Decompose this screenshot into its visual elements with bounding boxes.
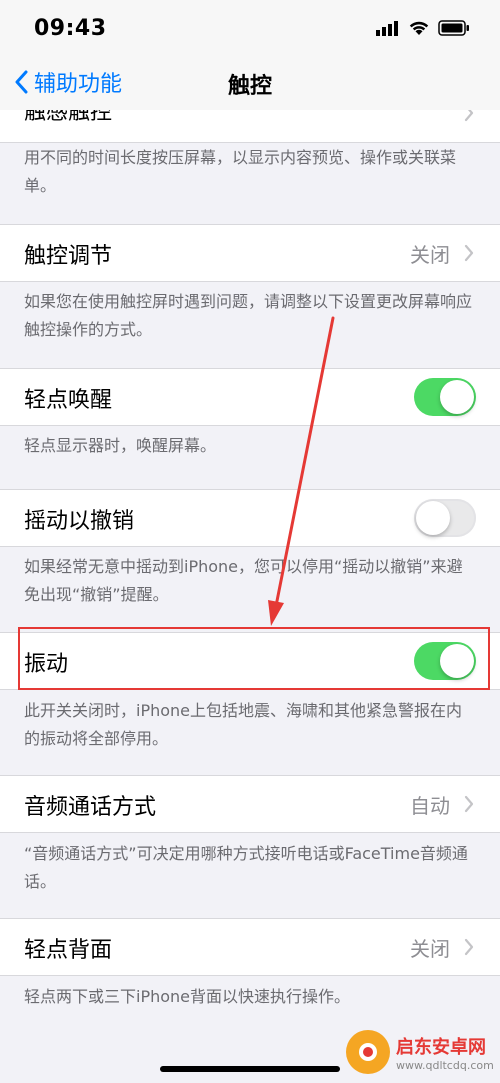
- settings-row-touch-accommodations[interactable]: 触控调节 关闭: [0, 224, 500, 282]
- settings-row-back-tap[interactable]: 轻点背面 关闭: [0, 918, 500, 976]
- section-footer: 如果您在使用触控屏时遇到问题，请调整以下设置更改屏幕响应触控操作的方式。: [24, 292, 473, 339]
- section-footer: 如果经常无意中摇动到iPhone，您可以停用“摇动以撤销”来避免出现“撤销”提醒…: [24, 557, 463, 604]
- row-label: 触控调节: [24, 244, 113, 269]
- wifi-icon: [409, 21, 429, 35]
- navigation-bar: 辅助功能 触控: [0, 60, 500, 111]
- watermark-text: 启东安卓网 www.qdltcdq.com: [396, 1033, 494, 1072]
- watermark-title: 启东安卓网: [396, 1036, 486, 1058]
- chevron-right-icon: [464, 795, 474, 813]
- status-bar: 09:43: [0, 0, 500, 60]
- settings-row-vibration[interactable]: 振动: [0, 632, 500, 690]
- row-label: 摇动以撤销: [24, 509, 135, 534]
- row-label: 轻点唤醒: [24, 388, 113, 413]
- status-icons: [376, 20, 470, 36]
- toggle-knob: [440, 380, 474, 414]
- section-footer: 轻点显示器时，唤醒屏幕。: [24, 436, 217, 455]
- settings-row-call-audio-routing[interactable]: 音频通话方式 自动: [0, 775, 500, 833]
- row-value: 关闭: [410, 243, 450, 267]
- row-label: 触感触控: [24, 110, 113, 125]
- shake-to-undo-toggle[interactable]: [414, 499, 476, 537]
- row-label: 轻点背面: [24, 938, 113, 963]
- watermark-logo-icon: [346, 1030, 390, 1074]
- section-footer: 轻点两下或三下iPhone背面以快速执行操作。: [24, 987, 351, 1006]
- watermark: 启东安卓网 www.qdltcdq.com: [346, 1024, 496, 1080]
- row-label: 振动: [24, 652, 69, 677]
- cellular-signal-icon: [376, 21, 398, 36]
- toggle-knob: [440, 644, 474, 678]
- page-title: 触控: [227, 74, 272, 99]
- section-footer: “音频通话方式”可决定用哪种方式接听电话或FaceTime音频通话。: [24, 844, 468, 891]
- settings-row-haptic-touch[interactable]: 触感触控: [0, 110, 500, 143]
- vibration-toggle[interactable]: [414, 642, 476, 680]
- section-footer: 用不同的时间长度按压屏幕，以显示内容预览、操作或关联菜单。: [24, 148, 457, 195]
- chevron-right-icon: [464, 938, 474, 956]
- battery-icon: [438, 20, 469, 36]
- row-value: 自动: [410, 794, 450, 818]
- row-label: 音频通话方式: [24, 795, 157, 820]
- section-footer: 此开关关闭时，iPhone上包括地震、海啸和其他紧急警报在内的振动将全部停用。: [24, 701, 463, 748]
- chevron-right-icon: [464, 110, 474, 122]
- tap-to-wake-toggle[interactable]: [414, 378, 476, 416]
- chevron-right-icon: [464, 244, 474, 262]
- home-indicator[interactable]: [160, 1066, 340, 1072]
- watermark-url: www.qdltcdq.com: [396, 1058, 494, 1072]
- toggle-knob: [416, 501, 450, 535]
- row-value: 关闭: [410, 937, 450, 961]
- settings-row-tap-to-wake[interactable]: 轻点唤醒: [0, 368, 500, 426]
- status-time: 09:43: [34, 16, 107, 41]
- settings-row-shake-to-undo[interactable]: 摇动以撤销: [0, 489, 500, 547]
